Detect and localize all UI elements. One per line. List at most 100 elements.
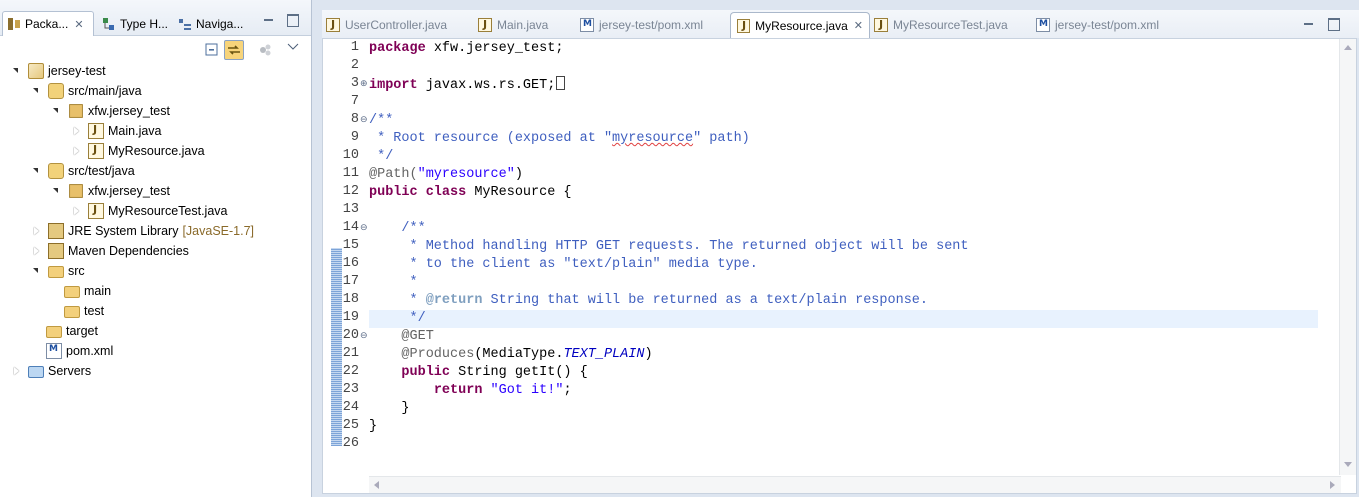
line-number: 8	[350, 112, 359, 127]
code-line: *	[369, 275, 418, 290]
tree-item-myresourcetest-java[interactable]: MyResourceTest.java	[72, 201, 228, 221]
close-icon[interactable]: ✕	[854, 19, 863, 32]
line-number: 15	[342, 238, 359, 253]
editor-tab-label: MyResource.java	[755, 18, 848, 33]
folder-icon	[48, 266, 64, 278]
scroll-down-icon[interactable]	[1344, 462, 1352, 467]
library-icon	[48, 223, 64, 239]
tree-item-target-folder[interactable]: target	[46, 321, 98, 341]
editor-tab-pom-2[interactable]: jersey-test/pom.xml	[1036, 12, 1186, 38]
maven-xml-icon	[580, 18, 594, 32]
expand-arrow-icon[interactable]	[32, 86, 42, 96]
type-hierarchy-icon	[102, 17, 116, 31]
line-number: 26	[342, 436, 359, 451]
expand-arrow-icon[interactable]	[32, 266, 42, 276]
tree-item-test-folder[interactable]: test	[64, 301, 104, 321]
code-line: * to the client as "text/plain" media ty…	[369, 257, 758, 272]
tree-item-label: xfw.jersey_test	[88, 104, 170, 118]
expand-arrow-icon[interactable]	[32, 166, 42, 176]
link-with-editor-icon[interactable]	[224, 40, 244, 60]
java-file-icon	[874, 18, 888, 32]
code-text[interactable]: package xfw.jersey_test; import javax.ws…	[369, 39, 1319, 475]
tree-item-label: target	[66, 324, 98, 338]
tree-item-pom-xml[interactable]: pom.xml	[46, 341, 113, 361]
line-number: 25	[342, 418, 359, 433]
scroll-right-icon[interactable]	[1330, 481, 1335, 489]
collapse-all-icon[interactable]	[202, 40, 222, 60]
line-number: 17	[342, 274, 359, 289]
expand-arrow-icon[interactable]	[12, 66, 22, 76]
tab-package-explorer[interactable]: Packa... ✕	[2, 11, 94, 36]
code-line: * Method handling HTTP GET requests. The…	[369, 239, 969, 254]
code-line: return "Got it!";	[433, 383, 572, 398]
scroll-left-icon[interactable]	[374, 481, 379, 489]
code-line: @Produces(MediaType.TEXT_PLAIN)	[369, 347, 653, 362]
fold-collapse-icon[interactable]: ⊖	[360, 331, 368, 341]
collapsed-arrow-icon[interactable]	[32, 226, 42, 236]
editor-tab-myresourcetest[interactable]: MyResourceTest.java	[874, 12, 1034, 38]
tree-item-label: MyResourceTest.java	[108, 204, 228, 218]
line-number: 14	[342, 220, 359, 235]
scroll-up-icon[interactable]	[1344, 45, 1352, 50]
tree-item-package[interactable]: xfw.jersey_test	[52, 101, 170, 121]
collapsed-arrow-icon[interactable]	[72, 126, 82, 136]
vertical-scrollbar[interactable]	[1339, 39, 1356, 475]
maximize-icon[interactable]	[286, 14, 300, 27]
editor-tab-main[interactable]: Main.java	[478, 12, 578, 38]
view-menu-chevron-down-icon[interactable]	[286, 40, 306, 60]
library-icon	[48, 243, 64, 259]
editor-tab-myresource[interactable]: MyResource.java ✕	[730, 12, 870, 38]
collapsed-arrow-icon[interactable]	[12, 366, 22, 376]
horizontal-scrollbar[interactable]	[369, 476, 1341, 493]
tree-item-src-main-java[interactable]: src/main/java	[32, 81, 142, 101]
expand-arrow-icon[interactable]	[52, 106, 62, 116]
collapsed-arrow-icon[interactable]	[32, 246, 42, 256]
tree-item-label: src	[68, 264, 85, 278]
minimize-icon[interactable]	[262, 14, 276, 26]
tree-item-jre-library[interactable]: JRE System Library [JavaSE-1.7]	[32, 221, 254, 241]
tree-item-label: main	[84, 284, 112, 298]
line-number: 23	[342, 382, 359, 397]
tree-item-label: MyResource.java	[108, 144, 205, 158]
fold-collapse-icon[interactable]: ⊖	[360, 223, 368, 233]
editor-tab-pom-1[interactable]: jersey-test/pom.xml	[580, 12, 730, 38]
collapsed-arrow-icon[interactable]	[72, 146, 82, 156]
line-number: 11	[342, 166, 359, 181]
tree-item-src-test-java[interactable]: src/test/java	[32, 161, 135, 181]
line-number: 1	[350, 40, 359, 55]
collapsed-arrow-icon[interactable]	[72, 206, 82, 216]
maven-xml-icon	[1036, 18, 1050, 32]
tree-item-test-package[interactable]: xfw.jersey_test	[52, 181, 170, 201]
line-number: 21	[342, 346, 359, 361]
folded-imports-icon[interactable]	[556, 76, 566, 90]
expand-arrow-icon[interactable]	[52, 186, 62, 196]
tree-item-label: src/test/java	[68, 164, 135, 178]
tab-navigator[interactable]: Naviga...	[174, 11, 248, 36]
focus-active-task-icon[interactable]	[256, 40, 276, 60]
package-explorer-icon	[7, 17, 21, 31]
tree-item-label: Main.java	[108, 124, 162, 138]
servers-folder-icon	[28, 366, 44, 378]
code-line: }	[369, 401, 410, 416]
tree-item-servers[interactable]: Servers	[12, 361, 91, 381]
fold-expand-icon[interactable]: ⊕	[360, 79, 368, 89]
close-icon[interactable]: ✕	[74, 18, 83, 31]
editor-tab-usercontroller[interactable]: UserController.java	[326, 12, 476, 38]
tree-item-maven-dependencies[interactable]: Maven Dependencies	[32, 241, 189, 261]
minimize-icon[interactable]	[1302, 18, 1316, 30]
line-number: 7	[350, 94, 359, 109]
line-number: 2	[350, 58, 359, 73]
code-line: /**	[369, 221, 426, 236]
tab-label: Naviga...	[196, 16, 244, 31]
editor-body[interactable]: 1 2 3 ⊕ 7 8 ⊖ 9 10 11 12 13 14 ⊖ 15 16 1…	[322, 38, 1357, 494]
code-line: package xfw.jersey_test;	[369, 41, 564, 56]
maximize-icon[interactable]	[1327, 18, 1341, 31]
tree-item-project[interactable]: jersey-test	[12, 61, 106, 81]
tab-type-hierarchy[interactable]: Type H...	[98, 11, 172, 36]
tree-item-main-java[interactable]: Main.java	[72, 121, 162, 141]
tree-item-myresource-java[interactable]: MyResource.java	[72, 141, 205, 161]
fold-collapse-icon[interactable]: ⊖	[360, 115, 368, 125]
tree-item-main-folder[interactable]: main	[64, 281, 111, 301]
line-number: 20	[342, 328, 359, 343]
tree-item-src[interactable]: src	[32, 261, 85, 281]
